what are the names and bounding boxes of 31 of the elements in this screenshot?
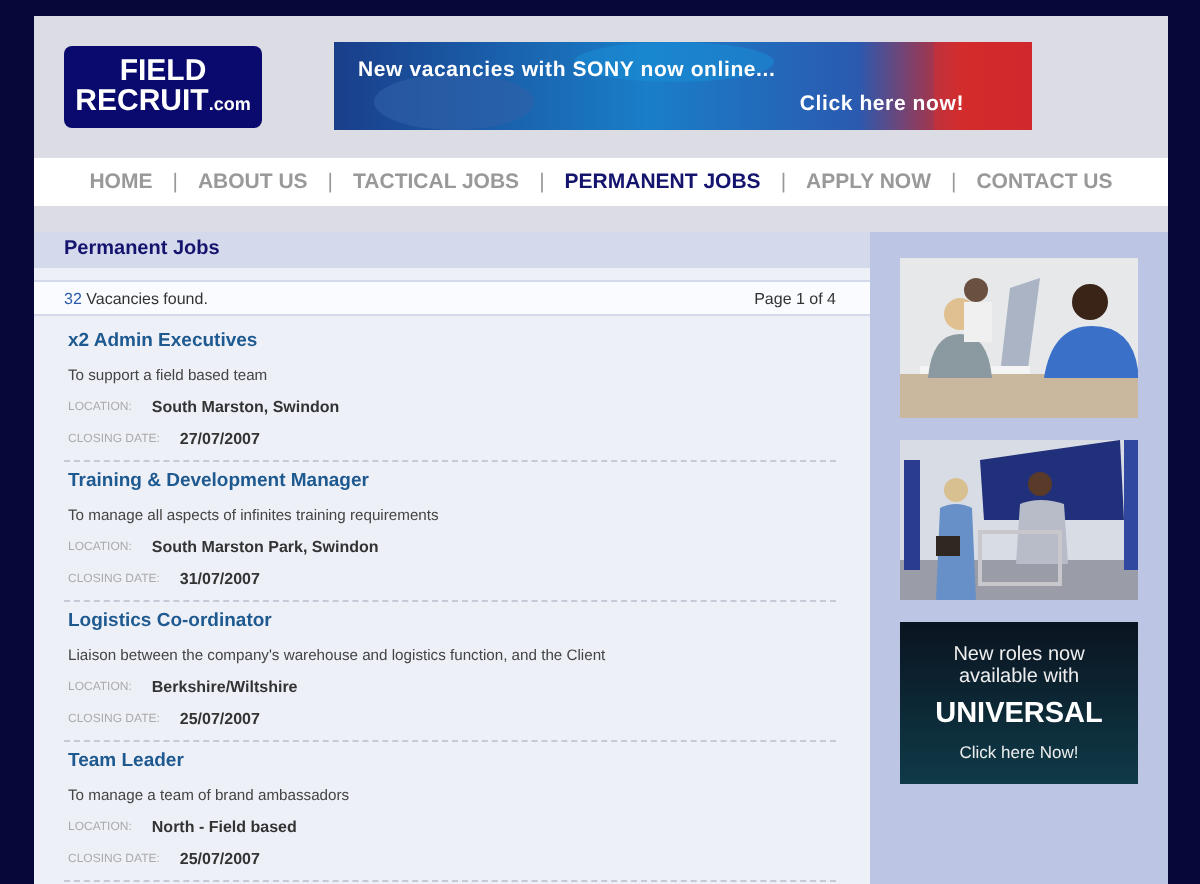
job-title-link[interactable]: Training & Development Manager (68, 470, 369, 492)
nav-separator: | (172, 170, 178, 194)
nav-separator: | (539, 170, 545, 194)
nav-link[interactable]: PERMANENT JOBS (564, 170, 761, 194)
nav-separator: | (327, 170, 334, 194)
vacancy-count: 32 Vacancies found. (64, 289, 208, 307)
location-value: South Marston Park, Swindon (151, 538, 379, 556)
banner-link[interactable]: Click here now! (799, 91, 964, 115)
logo-text: FIELD (119, 55, 207, 85)
promo-text: available with (958, 666, 1080, 688)
closing-date-value: 25/07/2007 (179, 710, 260, 728)
location-value: Berkshire/Wiltshire (151, 678, 298, 696)
job-title-link[interactable]: x2 Admin Executives (68, 330, 258, 352)
job-title-link[interactable]: Logistics Co-ordinator (68, 610, 272, 632)
logo-text: RECRUIT.com (75, 85, 251, 119)
nav-separator: | (780, 170, 787, 194)
closing-date-value: 27/07/2007 (179, 430, 260, 448)
promo-text: New roles now (953, 644, 1085, 666)
location-value: South Marston, Swindon (151, 398, 340, 416)
promo-banner[interactable]: New roles now available with UNIVERSAL Click here Now! (900, 622, 1138, 784)
page-indicator: Page 1 of 4 (754, 289, 836, 307)
banner-headline[interactable]: New vacancies with SONY now online... (358, 57, 1008, 81)
closing-date-value: 25/07/2007 (179, 850, 260, 868)
nav-separator: | (950, 170, 957, 194)
location-value: North - Field based (151, 818, 297, 836)
closing-date-value: 31/07/2007 (179, 570, 260, 588)
promo-brand: UNIVERSAL (935, 698, 1103, 730)
promo-link: Click here Now! (959, 742, 1079, 762)
logo[interactable]: FIELD RECRUIT.com (64, 46, 262, 128)
job-title-link[interactable]: Team Leader (68, 750, 184, 772)
panel-title: Permanent Jobs (64, 238, 220, 261)
